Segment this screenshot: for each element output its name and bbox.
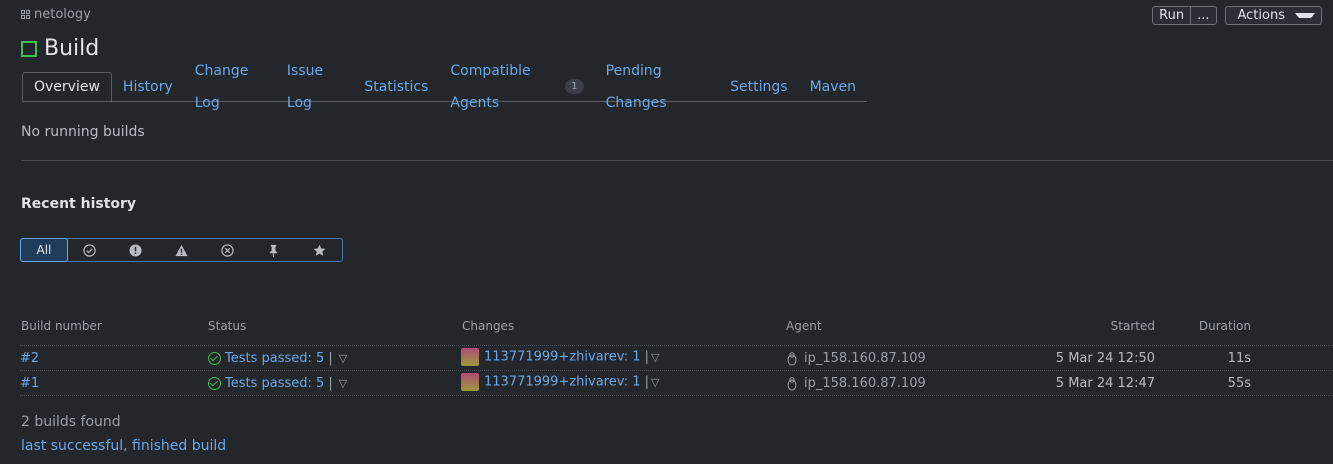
separator: | [644,349,650,365]
top-toolbar: Run ... Actions [1152,6,1322,25]
filter-cancelled-button[interactable] [204,239,250,261]
builds-count: 2 builds found [21,414,121,430]
changes-link[interactable]: 113771999+zhivarev: 1 [484,350,641,365]
started-time: 5 Mar 24 12:47 [1055,376,1155,391]
actions-button[interactable]: Actions [1224,6,1322,25]
changes-cell: 113771999+zhivarev: 1 | ▽ [461,348,660,366]
agent-name[interactable]: ip_158.160.87.109 [804,351,926,366]
tab-compatible-agents[interactable]: Compatible Agents 1 [439,63,594,111]
check-circle-icon [83,243,96,257]
filter-pinned-button[interactable] [250,239,296,261]
x-circle-icon [221,243,234,257]
chevron-down-icon[interactable]: ▽ [651,351,659,364]
build-number-link[interactable]: #1 [20,376,39,391]
filter-warning-button[interactable] [159,239,205,261]
build-status: Tests passed: 5 | ▽ [208,376,347,391]
duration: 11s [1227,351,1251,366]
tab-label: Settings [730,78,788,95]
exclamation-circle-icon [129,243,142,257]
tab-label: Compatible Agents [450,62,531,111]
run-options-button[interactable]: ... [1191,8,1215,23]
tab-history[interactable]: History [112,72,184,101]
last-successful-build-link[interactable]: last successful, finished build [21,438,226,454]
filter-all-button[interactable]: All [20,238,68,262]
tab-label: History [122,78,173,95]
build-status: Tests passed: 5 | ▽ [208,351,347,366]
agent-cell: ip_158.160.87.109 [786,376,926,391]
column-header-duration[interactable]: Duration [1190,319,1251,333]
filter-success-button[interactable] [67,239,113,261]
tab-maven[interactable]: Maven [799,72,867,101]
tab-label: Maven [809,78,856,95]
changes-link[interactable]: 113771999+zhivarev: 1 [484,375,641,390]
linux-icon [787,351,797,365]
build-number-link[interactable]: #2 [20,351,39,366]
separator: | [644,374,650,390]
started-time: 5 Mar 24 12:50 [1055,351,1155,366]
history-filter-bar: All [20,238,343,262]
tab-change-log[interactable]: Change Log [184,63,276,111]
separator: | [328,351,333,366]
pin-icon [269,244,277,257]
chevron-down-icon[interactable]: ▽ [651,376,659,389]
column-header-started[interactable]: Started [1060,319,1155,333]
status-link[interactable]: Tests passed: 5 [225,376,324,391]
table-row: #1 Tests passed: 5 | ▽ 113771999+zhivarev… [20,370,1333,396]
tab-settings[interactable]: Settings [719,72,798,101]
filter-starred-button[interactable] [296,239,342,261]
tab-label: Overview [34,79,100,95]
project-breadcrumb[interactable]: netology [21,7,91,22]
run-button[interactable]: Run [1153,8,1190,23]
divider [21,160,1333,161]
column-header-changes[interactable]: Changes [462,319,514,333]
page-title: Build [21,36,99,61]
success-icon [208,352,221,365]
avatar [461,348,479,366]
tab-label: Pending Changes [605,62,667,111]
tab-label: Change Log [194,62,249,111]
changes-cell: 113771999+zhivarev: 1 | ▽ [461,373,660,391]
status-link[interactable]: Tests passed: 5 [225,351,324,366]
run-button-group: Run ... [1152,6,1217,25]
tab-statistics[interactable]: Statistics [353,72,439,101]
separator: | [328,376,333,391]
tab-bar: Overview History Change Log Issue Log St… [22,63,867,111]
filter-failed-button[interactable] [113,239,159,261]
tab-issue-log[interactable]: Issue Log [276,63,353,111]
chevron-down-icon[interactable]: ▽ [339,352,347,365]
star-icon [313,244,325,256]
warning-icon [175,244,188,256]
tab-overview[interactable]: Overview [22,72,112,103]
column-header-agent[interactable]: Agent [786,319,822,333]
agent-name[interactable]: ip_158.160.87.109 [804,376,926,391]
column-header-status[interactable]: Status [208,319,246,333]
agent-cell: ip_158.160.87.109 [786,351,926,366]
linux-icon [787,376,797,390]
build-status-icon [21,40,37,57]
recent-history-heading: Recent history [21,196,137,212]
column-header-build-number[interactable]: Build number [21,319,102,333]
tab-label: Issue Log [286,62,324,111]
tab-pending-changes[interactable]: Pending Changes [595,63,719,111]
actions-label: Actions [1237,8,1286,23]
success-icon [208,377,221,390]
build-title: Build [44,36,100,61]
tab-label: Statistics [364,78,429,95]
count-badge: 1 [565,79,584,94]
running-builds-status: No running builds [21,124,145,140]
grid-icon [21,10,30,19]
avatar [461,373,479,391]
project-name[interactable]: netology [34,7,91,22]
duration: 55s [1227,376,1251,391]
chevron-down-icon [1295,13,1315,18]
table-row: #2 Tests passed: 5 | ▽ 113771999+zhivarev… [20,345,1333,370]
chevron-down-icon[interactable]: ▽ [339,377,347,390]
